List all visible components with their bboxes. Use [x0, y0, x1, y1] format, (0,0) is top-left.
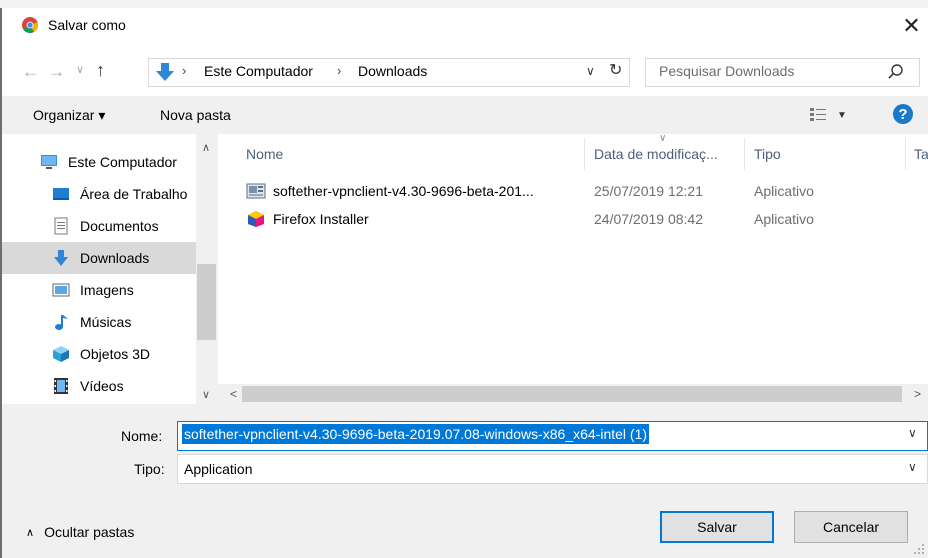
nav-label: Imagens	[80, 282, 134, 298]
nav-label: Objetos 3D	[80, 346, 151, 362]
column-divider[interactable]	[744, 138, 745, 170]
pictures-icon	[52, 283, 70, 297]
file-type-dropdown-icon[interactable]: ∨	[908, 460, 917, 474]
column-divider[interactable]	[584, 138, 585, 170]
nav-item-videos[interactable]: Vídeos	[2, 370, 198, 402]
file-name-label: Nome:	[121, 428, 163, 444]
file-date: 24/07/2019 08:42	[594, 211, 703, 227]
back-arrow-icon[interactable]: ←	[22, 62, 39, 82]
scroll-right-icon[interactable]: >	[914, 387, 921, 401]
3d-objects-icon	[53, 346, 69, 362]
documents-icon	[54, 217, 68, 235]
nav-label: Vídeos	[80, 378, 124, 394]
nav-item-imagens[interactable]: Imagens	[2, 274, 198, 306]
up-arrow-icon[interactable]: ↑	[96, 60, 105, 81]
nav-item-downloads[interactable]: Downloads	[2, 242, 198, 274]
horizontal-scrollbar-thumb[interactable]	[242, 386, 902, 402]
new-folder-button[interactable]: Nova pasta	[160, 107, 231, 123]
view-options-icon[interactable]	[809, 106, 827, 122]
nav-item-musicas[interactable]: Músicas	[2, 306, 198, 338]
file-type-select[interactable]	[177, 454, 928, 484]
title-bar	[2, 8, 928, 46]
nav-label: Músicas	[80, 314, 132, 330]
sort-indicator-icon: ∨	[659, 133, 667, 144]
file-name-dropdown-icon[interactable]: ∨	[908, 426, 917, 440]
forward-arrow-icon[interactable]: →	[48, 62, 65, 82]
nav-label: Este Computador	[68, 154, 177, 170]
help-icon[interactable]: ?	[893, 104, 913, 124]
save-button[interactable]: Salvar	[660, 511, 774, 543]
command-toolbar	[2, 96, 928, 134]
nav-item-area-de-trabalho[interactable]: Área de Trabalho	[2, 178, 198, 210]
hide-folders-label: Ocultar pastas	[44, 524, 135, 540]
breadcrumb-separator[interactable]: ›	[337, 63, 341, 78]
search-placeholder[interactable]: Pesquisar Downloads	[659, 63, 794, 79]
scroll-left-icon[interactable]: <	[230, 387, 237, 401]
column-header-name[interactable]: Nome	[246, 146, 283, 162]
view-dropdown-icon[interactable]: ▼	[837, 110, 847, 121]
music-icon	[55, 315, 68, 330]
resize-grip-icon[interactable]	[912, 542, 926, 556]
scroll-down-icon[interactable]: ∨	[202, 388, 210, 401]
installer-icon	[246, 183, 266, 199]
dialog-title: Salvar como	[48, 17, 126, 33]
desktop-icon	[53, 188, 69, 200]
column-header-type[interactable]: Tipo	[754, 146, 781, 162]
chrome-icon	[22, 17, 38, 33]
address-dropdown-icon[interactable]: ∨	[586, 64, 595, 78]
cancel-button[interactable]: Cancelar	[794, 511, 908, 543]
breadcrumb-este-computador[interactable]: Este Computador	[204, 63, 313, 79]
nav-label: Área de Trabalho	[80, 186, 188, 202]
file-name-value[interactable]: softether-vpnclient-v4.30-9696-beta-2019…	[182, 424, 650, 444]
refresh-icon[interactable]: ↻	[609, 60, 622, 80]
navigation-pane: Este Computador Área de Trabalho Documen…	[2, 134, 218, 404]
videos-icon	[54, 378, 68, 394]
recent-locations-chevron-icon[interactable]: ∨	[76, 63, 84, 76]
breadcrumb-separator: ›	[182, 63, 187, 78]
nav-item-este-computador[interactable]: Este Computador	[2, 146, 198, 178]
downloads-arrow-icon	[156, 63, 174, 81]
scroll-up-icon[interactable]: ∧	[202, 141, 210, 154]
file-date: 25/07/2019 12:21	[594, 183, 703, 199]
column-header-size[interactable]: Ta	[914, 146, 928, 162]
nav-item-documentos[interactable]: Documentos	[2, 210, 198, 242]
nav-label: Downloads	[80, 250, 150, 266]
nav-item-objetos-3d[interactable]: Objetos 3D	[2, 338, 198, 370]
file-type: Aplicativo	[754, 211, 814, 227]
downloads-icon	[54, 250, 68, 266]
search-icon[interactable]	[887, 63, 905, 81]
column-divider[interactable]	[905, 138, 906, 170]
nav-scrollbar-thumb[interactable]	[197, 264, 216, 340]
file-name[interactable]: Firefox Installer	[273, 211, 369, 227]
file-type: Aplicativo	[754, 183, 814, 199]
nav-label: Documentos	[80, 218, 159, 234]
file-type-value[interactable]: Application	[184, 461, 253, 477]
breadcrumb-downloads[interactable]: Downloads	[358, 63, 427, 79]
file-type-label: Tipo:	[134, 461, 165, 477]
hide-folders-button[interactable]: ∧ Ocultar pastas	[26, 524, 134, 540]
file-name[interactable]: softether-vpnclient-v4.30-9696-beta-201.…	[273, 183, 534, 199]
organize-button[interactable]: Organizar ▾	[33, 107, 105, 124]
computer-icon	[41, 155, 57, 169]
chevron-up-icon: ∧	[26, 526, 35, 539]
window-top-strip	[0, 0, 928, 8]
column-header-date[interactable]: Data de modificaç...	[594, 146, 718, 162]
firefox-icon	[248, 211, 264, 227]
close-icon[interactable]: ✕	[895, 10, 928, 42]
